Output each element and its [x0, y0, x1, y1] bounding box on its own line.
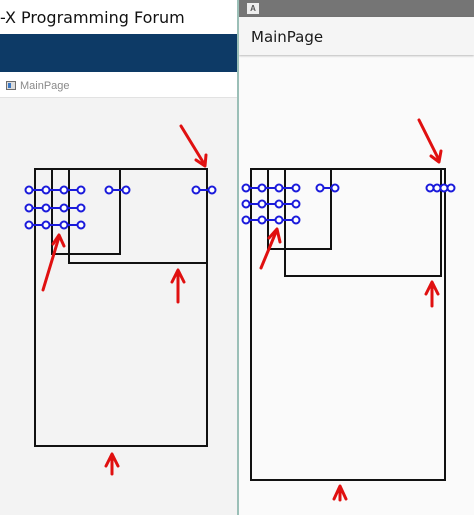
window-icon: [6, 81, 16, 90]
left-page-tab[interactable]: MainPage: [0, 76, 238, 98]
status-bar: A: [239, 0, 474, 17]
left-window: -X Programming Forum MainPage: [0, 0, 238, 515]
right-window: A MainPage: [239, 0, 474, 515]
left-title-bar[interactable]: -X Programming Forum: [0, 0, 238, 34]
app-bar-title: MainPage: [251, 28, 324, 46]
left-header-banner: [0, 34, 238, 72]
left-window-title: -X Programming Forum: [0, 8, 185, 27]
app-bar: MainPage: [239, 17, 474, 55]
left-tab-label: MainPage: [20, 80, 70, 92]
status-app-icon: A: [247, 3, 259, 14]
